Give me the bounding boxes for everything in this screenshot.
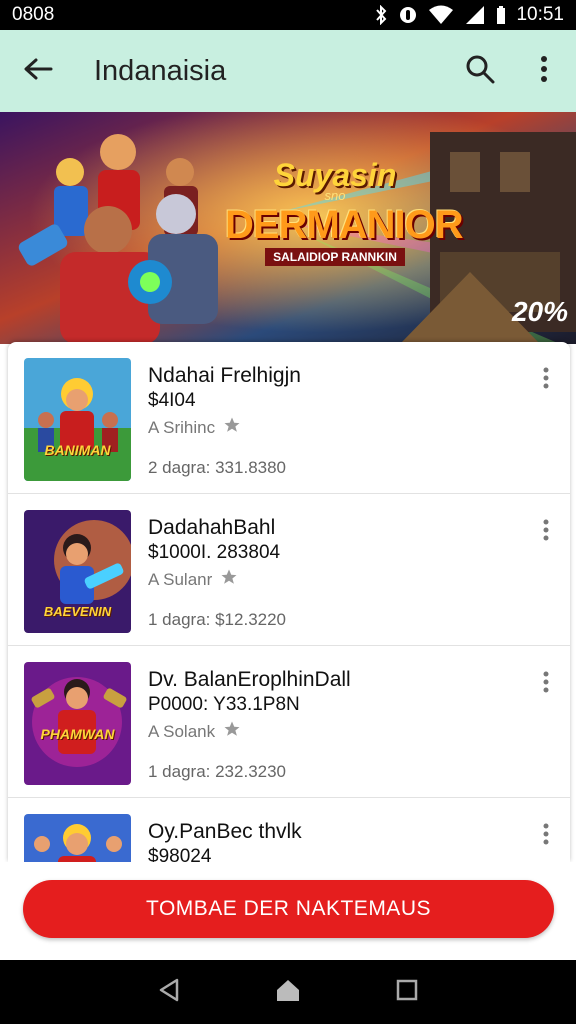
item-name: DadahahBahl [148,516,276,539]
system-nav-bar [0,960,576,1024]
data-saver-icon [398,5,418,25]
list-item[interactable]: BAEVENIN DadahahBahl $1000I. 283804 A Su… [8,494,570,646]
item-overflow-button[interactable] [532,516,560,548]
item-name: Oy.PanBec thvlk [148,820,302,843]
more-vert-icon [543,367,549,394]
nav-recent-button[interactable] [387,972,427,1012]
item-price: $98024 [148,846,212,862]
star-icon [223,720,241,743]
item-thumbnail [24,814,131,862]
item-thumbnail: BANIMAN [24,358,131,481]
thumb-label: BANIMAN [44,442,111,458]
battery-icon [496,5,506,25]
item-rating: A Solank [148,720,241,743]
list-item[interactable]: PHAMWAN Dv. BalanEroplhinDall P0000: Y33… [8,646,570,798]
list-item[interactable]: BANIMAN Ndahai Frelhigjn $4I04 A Srihinc… [8,342,570,494]
more-vert-icon [543,519,549,546]
item-thumbnail: PHAMWAN [24,662,131,785]
item-rating: A Sulanr [148,568,238,591]
status-time: 10:51 [516,4,564,25]
star-icon [223,416,241,439]
search-icon [465,54,495,89]
search-button[interactable] [448,30,512,112]
more-vert-icon [543,671,549,698]
item-rating-label: A Srihinc [148,417,216,437]
item-overflow-button[interactable] [532,668,560,700]
item-price: P0000: Y33.1P8N [148,694,300,715]
item-meta: 1 dagra: 232.3230 [148,762,287,781]
app-bar-actions [448,30,576,112]
list-item[interactable]: Oy.PanBec thvlk $98024 [8,798,570,862]
item-rating-label: A Solank [148,721,216,741]
status-bar: 0808 10:51 [0,0,576,30]
wifi-icon [428,5,454,25]
more-vert-icon [540,55,548,88]
status-icons: 10:51 [374,4,564,26]
signal-icon [464,5,486,25]
banner-subtitle: SALAIDIOP RANNKIN [265,248,405,266]
banner-title-small: sno [324,188,346,203]
bluetooth-icon [374,5,388,25]
arrow-left-icon [23,57,53,86]
product-list: BANIMAN Ndahai Frelhigjn $4I04 A Srihinc… [8,342,570,862]
banner-badge: 20% [511,296,568,327]
more-vert-icon [543,823,549,850]
promo-banner[interactable]: Suyasin sno DERMANIOR SALAIDIOP RANNKIN … [0,112,576,344]
status-left-text: 0808 [12,4,55,25]
back-button[interactable] [0,30,76,112]
nav-back-button[interactable] [149,972,189,1012]
item-meta: 2 dagra: 331.8380 [148,458,287,477]
app-bar: Indanaisia [0,30,576,112]
item-name: Ndahai Frelhigjn [148,364,301,387]
item-name: Dv. BalanEroplhinDall [148,668,351,691]
banner-title-group: Suyasin sno DERMANIOR SALAIDIOP RANNKIN [225,157,464,266]
square-recent-icon [396,979,418,1006]
item-thumbnail: BAEVENIN [24,510,131,633]
home-icon [275,978,301,1007]
page-title: Indanaisia [94,54,227,87]
thumb-label: BAEVENIN [43,604,112,619]
item-overflow-button[interactable] [532,364,560,396]
thumb-label: PHAMWAN [40,726,115,742]
primary-cta-button[interactable]: TOMBAE DER NAKTEMAUS [23,880,554,938]
item-meta: 1 dagra: $12.3220 [148,610,287,629]
triangle-back-icon [158,978,180,1007]
star-icon [220,568,238,591]
item-rating: A Srihinc [148,416,241,439]
item-price: $4I04 [148,390,196,411]
overflow-menu-button[interactable] [512,30,576,112]
banner-title-main: DERMANIOR [225,203,464,247]
item-rating-label: A Sulanr [148,569,213,589]
item-overflow-button[interactable] [532,820,560,852]
nav-home-button[interactable] [268,972,308,1012]
item-price: $1000I. 283804 [148,542,281,563]
